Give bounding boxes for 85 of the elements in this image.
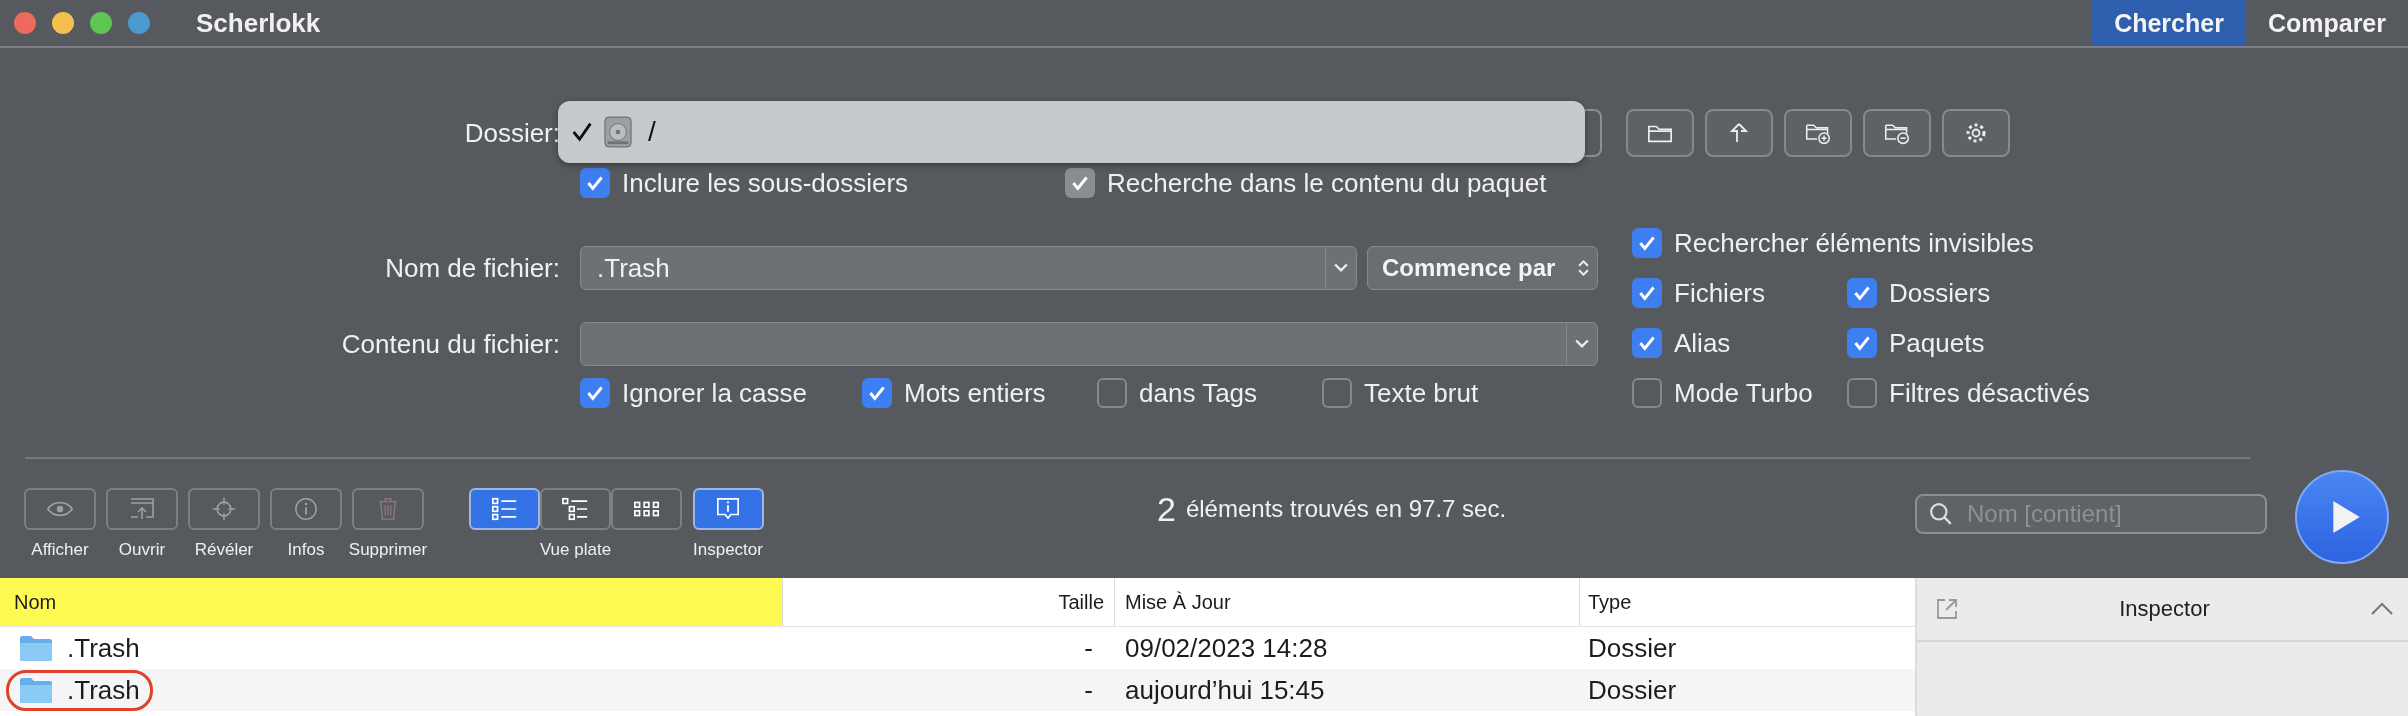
checkbox-label[interactable]: Alias	[1674, 327, 1731, 359]
toolbar-label: Vue plate	[539, 540, 612, 560]
checkbox-label[interactable]: Fichiers	[1674, 277, 1765, 309]
size-cell: -	[1084, 674, 1093, 706]
filename-combo-box[interactable]: .Trash	[580, 246, 1357, 290]
parent-folder-button[interactable]	[1705, 109, 1773, 157]
close-button[interactable]	[14, 12, 36, 34]
up-down-chevron-icon	[1578, 259, 1589, 277]
zoom-button[interactable]	[90, 12, 112, 34]
play-icon	[2330, 499, 2362, 535]
info-bubble-icon	[714, 497, 742, 521]
toolbar-label: Afficher	[31, 540, 89, 560]
checkbox-label[interactable]: Filtres désactivés	[1889, 377, 2090, 409]
type-cell: Dossier	[1588, 632, 1677, 664]
checkbox[interactable]	[1847, 328, 1877, 358]
checkbox[interactable]	[580, 378, 610, 408]
status-text: éléments trouvés en 97.7 sec.	[1185, 495, 1507, 523]
checkbox[interactable]	[1632, 278, 1662, 308]
crosshair-icon	[210, 497, 238, 521]
window-title: Scherlokk	[196, 7, 321, 39]
add-folder-button[interactable]	[1784, 109, 1852, 157]
date-cell: 09/02/2023 14:28	[1125, 632, 1328, 664]
toolbar-label: Infos	[287, 540, 325, 560]
folder-icon	[19, 676, 53, 704]
column-header[interactable]: Mise À Jour	[1115, 578, 1580, 626]
checkbox-label[interactable]: Mots entiers	[904, 377, 1046, 409]
toolbar-label: Supprimer	[348, 540, 428, 560]
checkbox[interactable]	[1322, 378, 1352, 408]
view-mode-button[interactable]	[540, 488, 611, 530]
result-count: 2	[1157, 489, 1176, 529]
column-header[interactable]: Taille	[785, 578, 1115, 626]
external-link-icon[interactable]	[1935, 597, 1959, 621]
checkbox[interactable]	[1847, 278, 1877, 308]
checkbox[interactable]	[1632, 328, 1662, 358]
view-mode-button[interactable]	[611, 488, 682, 530]
field-label: Nom de fichier:	[384, 252, 560, 284]
window-upload-icon	[128, 497, 156, 521]
checkbox[interactable]	[862, 378, 892, 408]
toolbar-label: Révéler	[194, 540, 254, 560]
remove-folder-button[interactable]	[1863, 109, 1931, 157]
checkbox-label[interactable]: Paquets	[1889, 327, 1985, 359]
checkbox-label[interactable]: dans Tags	[1139, 377, 1258, 409]
date-cell: aujourd’hui 15:45	[1125, 674, 1325, 706]
view-mode-button[interactable]	[469, 488, 540, 530]
checkbox-label[interactable]: Inclure les sous-dossiers	[622, 167, 909, 199]
checkbox-label[interactable]: Ignorer la casse	[622, 377, 807, 409]
toolbar-label: Ouvrir	[118, 540, 166, 560]
field-label: Dossier:	[463, 117, 560, 149]
folder-button[interactable]	[1626, 109, 1694, 157]
checkbox[interactable]	[1847, 378, 1877, 408]
column-header[interactable]: Nom	[0, 578, 783, 626]
checkbox-label[interactable]: Texte brut	[1364, 377, 1479, 409]
inspector-button[interactable]	[692, 488, 764, 530]
chevron-up-icon[interactable]	[2370, 602, 2394, 616]
checkbox[interactable]	[1097, 378, 1127, 408]
file-name: .Trash	[67, 674, 140, 706]
checkbox[interactable]	[1632, 228, 1662, 258]
file-name: .Trash	[67, 632, 140, 664]
window-button[interactable]	[128, 12, 150, 34]
search-icon	[1929, 502, 1953, 526]
folder-minus-icon	[1884, 121, 1910, 145]
tree-list-icon	[561, 497, 590, 521]
chevron-down-icon	[1575, 339, 1589, 349]
minimize-button[interactable]	[52, 12, 74, 34]
folder-plus-icon	[1805, 121, 1831, 145]
info-icon	[292, 497, 320, 521]
column-header[interactable]: Type	[1580, 578, 1915, 626]
size-cell: -	[1084, 632, 1093, 664]
type-cell: Dossier	[1588, 674, 1677, 706]
menu-item[interactable]: /	[558, 107, 1570, 157]
checkbox-label[interactable]: Rechercher éléments invisibles	[1674, 227, 2034, 259]
chevron-down-icon	[1334, 263, 1348, 273]
settings-button[interactable]	[1942, 109, 2010, 157]
checkbox-label[interactable]: Mode Turbo	[1674, 377, 1813, 409]
folder-icon	[19, 634, 53, 662]
mode-tab[interactable]: Comparer	[2245, 0, 2408, 46]
mode-tab[interactable]: Chercher	[2092, 0, 2246, 46]
checkbox-label[interactable]: Dossiers	[1889, 277, 1991, 309]
checkbox[interactable]	[1632, 378, 1662, 408]
field-label: Contenu du fichier:	[340, 328, 560, 360]
match-mode-popup[interactable]: Commence par	[1367, 246, 1598, 290]
toolbar-label: Inspector	[693, 540, 763, 560]
panel-title: Inspector	[2118, 596, 2211, 622]
checkbox[interactable]	[580, 168, 610, 198]
list-icon	[490, 497, 519, 521]
